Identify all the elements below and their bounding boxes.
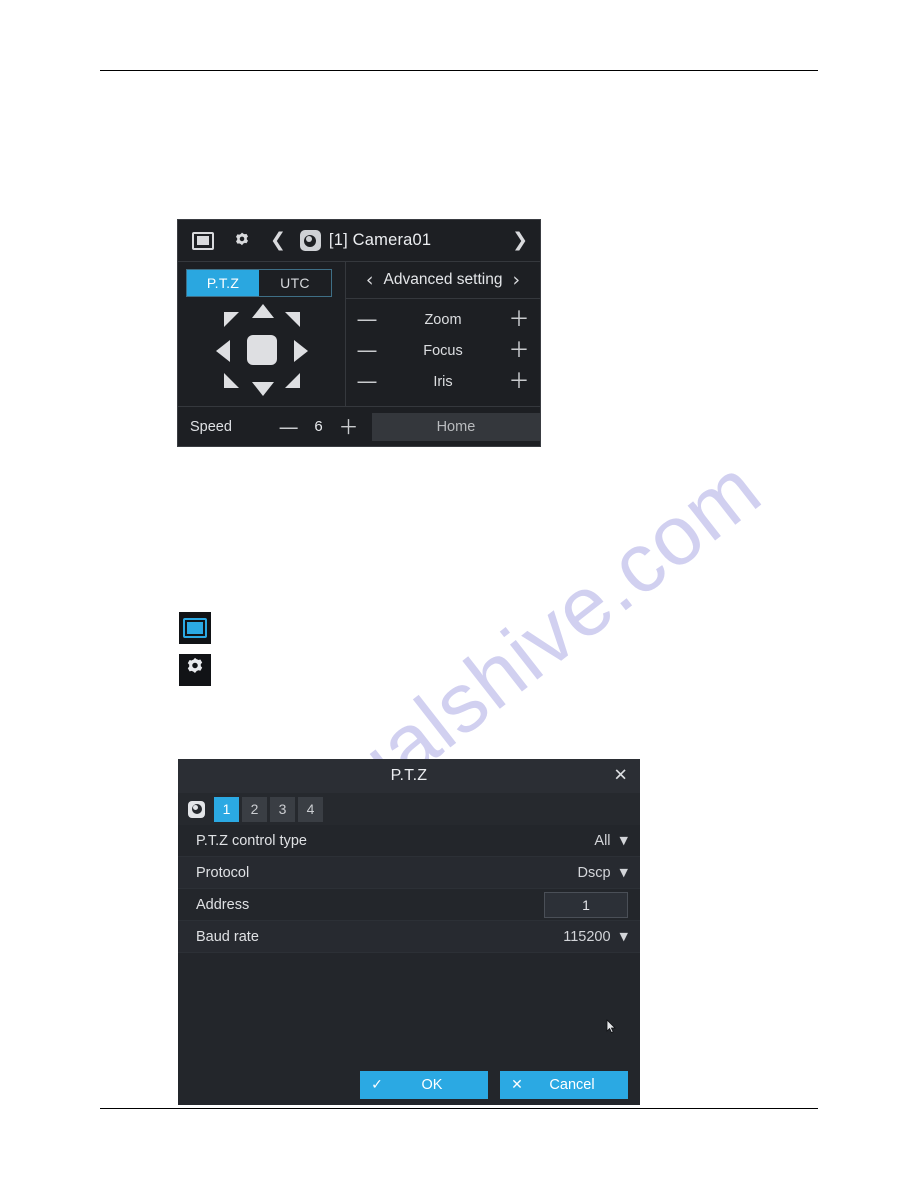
dialog-empty-area [178, 953, 640, 1065]
chevron-left-icon[interactable]: ❮ [270, 231, 286, 250]
protocol-value: Dscp [577, 864, 611, 881]
speed-value: 6 [314, 418, 323, 435]
close-icon[interactable]: ✕ [613, 767, 628, 785]
dialog-title-bar: P.T.Z ✕ [178, 759, 640, 793]
arrow-up-left-button[interactable] [224, 312, 239, 327]
chevron-down-icon: ▼ [619, 866, 628, 879]
speed-label: Speed [190, 418, 232, 435]
focus-label: Focus [423, 342, 463, 359]
focus-minus-button[interactable]: — [346, 340, 388, 361]
advanced-setting-row: ‹ Advanced setting › [346, 262, 540, 299]
arrow-up-right-button[interactable] [285, 312, 300, 327]
iris-row: — Iris ＋ [346, 366, 540, 397]
advanced-next-icon[interactable]: › [512, 270, 520, 290]
window-layout-icon [183, 618, 207, 638]
ptz-control-type-label: P.T.Z control type [196, 832, 307, 849]
camera-icon [188, 800, 205, 818]
focus-plus-button[interactable]: ＋ [498, 340, 540, 361]
zoom-minus-button[interactable]: — [346, 309, 388, 330]
ptz-control-type-value: All [594, 832, 611, 849]
row-baud-rate: Baud rate 115200 ▼ [178, 921, 640, 953]
cancel-button-label: Cancel [549, 1077, 595, 1093]
gear-icon [183, 656, 207, 685]
lens-control-rows: — Zoom ＋ — Focus ＋ — Iris ＋ [346, 299, 540, 397]
channel-tab-2[interactable]: 2 [242, 796, 267, 822]
tab-ptz[interactable]: P.T.Z [187, 270, 259, 296]
chevron-down-icon: ▼ [619, 930, 628, 943]
window-layout-icon-sample [179, 612, 211, 644]
home-button[interactable]: Home [371, 412, 540, 441]
footer-rule [100, 1108, 818, 1109]
ptz-panel-body: P.T.Z UTC ‹ Advanced setting › — Zoom ＋ … [178, 262, 540, 406]
channel-tab-3[interactable]: 3 [270, 796, 295, 822]
window-layout-icon[interactable] [192, 231, 214, 250]
baud-rate-select[interactable]: 115200 ▼ [563, 929, 628, 945]
row-ptz-control-type: P.T.Z control type All ▼ [178, 825, 640, 857]
mouse-cursor-icon [606, 1019, 617, 1034]
row-address: Address 1 [178, 889, 640, 921]
speed-plus-button[interactable]: ＋ [331, 417, 366, 437]
header-rule [100, 70, 818, 71]
zoom-plus-button[interactable]: ＋ [498, 309, 540, 330]
ptz-mode-tabs: P.T.Z UTC [186, 269, 332, 297]
close-icon: ✕ [511, 1077, 523, 1093]
gear-icon-sample [179, 654, 211, 686]
advanced-prev-icon[interactable]: ‹ [366, 270, 374, 290]
channel-selector: 1 2 3 4 [178, 793, 640, 825]
camera-title: [1] Camera01 [328, 231, 432, 249]
camera-icon [299, 230, 321, 251]
zoom-label: Zoom [424, 311, 462, 328]
ok-button-label: OK [421, 1077, 443, 1093]
gear-icon[interactable] [232, 231, 252, 251]
zoom-row: — Zoom ＋ [346, 304, 540, 335]
ptz-control-panel: ❮ [1] Camera01 ❯ P.T.Z UTC ‹ Advanced se… [177, 219, 541, 447]
arrow-down-right-button[interactable] [285, 373, 300, 388]
focus-row: — Focus ＋ [346, 335, 540, 366]
arrow-left-button[interactable] [216, 340, 230, 362]
protocol-select[interactable]: Dscp ▼ [577, 865, 628, 881]
ptz-panel-header: ❮ [1] Camera01 ❯ [178, 220, 540, 262]
arrow-down-left-button[interactable] [224, 373, 239, 388]
ptz-panel-footer: Speed — 6 ＋ Home [178, 406, 540, 446]
cancel-button[interactable]: ✕ Cancel [500, 1071, 628, 1099]
direction-pad [214, 302, 310, 398]
chevron-down-icon: ▼ [619, 834, 628, 847]
advanced-setting-label[interactable]: Advanced setting [384, 271, 503, 289]
protocol-label: Protocol [196, 864, 250, 881]
dpad-center-button[interactable] [247, 335, 277, 365]
ptz-panel-right: ‹ Advanced setting › — Zoom ＋ — Focus ＋ … [346, 262, 540, 406]
chevron-right-icon[interactable]: ❯ [512, 231, 528, 250]
channel-tab-4[interactable]: 4 [298, 796, 323, 822]
ptz-settings-dialog: P.T.Z ✕ 1 2 3 4 P.T.Z control type All ▼… [178, 759, 640, 1105]
row-protocol: Protocol Dscp ▼ [178, 857, 640, 889]
dialog-title: P.T.Z [390, 767, 428, 784]
check-icon: ✓ [371, 1077, 383, 1093]
ptz-control-type-select[interactable]: All ▼ [594, 833, 628, 849]
channel-tab-1[interactable]: 1 [214, 796, 239, 822]
arrow-right-button[interactable] [294, 340, 308, 362]
address-label: Address [196, 896, 250, 913]
ptz-panel-left: P.T.Z UTC [178, 262, 346, 406]
tab-utc[interactable]: UTC [259, 270, 331, 296]
baud-rate-label: Baud rate [196, 928, 259, 945]
ok-button[interactable]: ✓ OK [360, 1071, 488, 1099]
address-input[interactable]: 1 [544, 891, 628, 918]
arrow-up-button[interactable] [252, 304, 274, 318]
arrow-down-button[interactable] [252, 382, 274, 396]
baud-rate-value: 115200 [563, 928, 611, 945]
settings-rows: P.T.Z control type All ▼ Protocol Dscp ▼… [178, 825, 640, 953]
dialog-footer: ✓ OK ✕ Cancel [178, 1065, 640, 1105]
speed-minus-button[interactable]: — [271, 417, 306, 437]
iris-minus-button[interactable]: — [346, 371, 388, 392]
iris-label: Iris [433, 373, 453, 390]
iris-plus-button[interactable]: ＋ [498, 371, 540, 392]
